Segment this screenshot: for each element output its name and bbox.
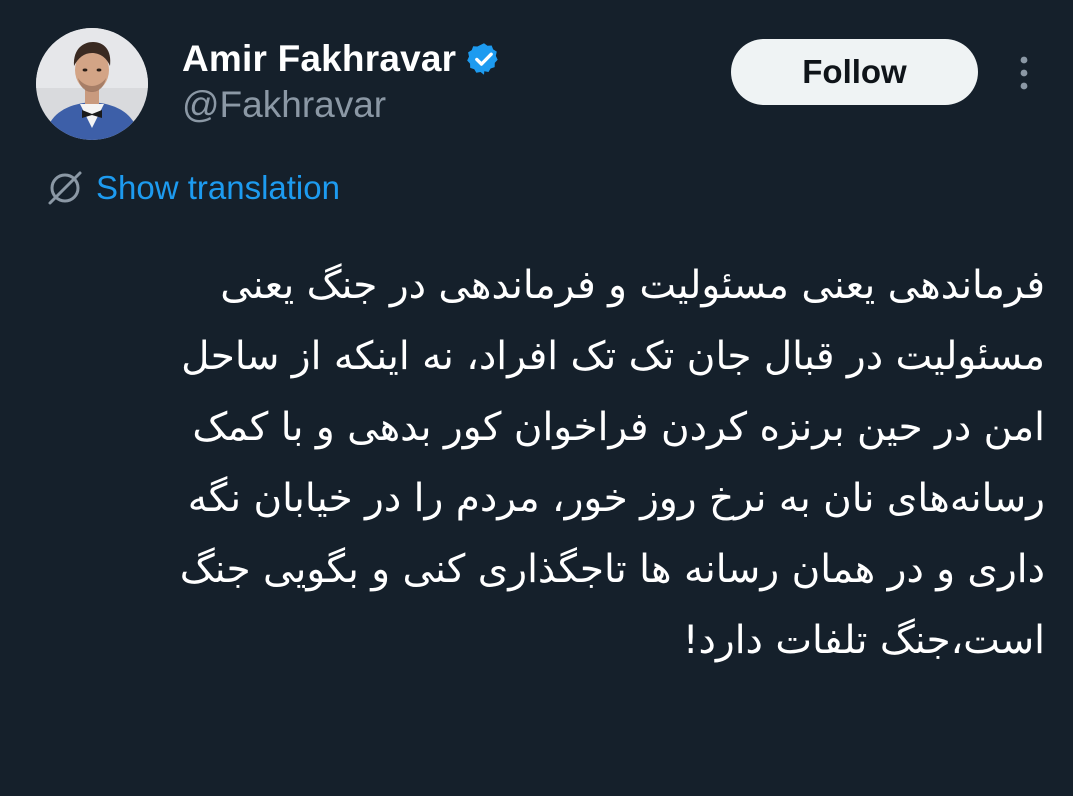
follow-button[interactable]: Follow xyxy=(731,39,978,105)
more-vertical-icon xyxy=(1020,56,1028,90)
avatar-photo xyxy=(36,28,148,140)
tweet-line: است،جنگ تلفات دارد! xyxy=(682,618,1045,663)
avatar[interactable] xyxy=(36,28,148,140)
tweet-line: رسانه‌های نان به نرخ روز خور، مردم را در… xyxy=(187,476,1045,521)
show-translation-row[interactable]: Show translation xyxy=(46,166,340,210)
verified-badge-icon xyxy=(466,41,502,77)
tweet-text: فرماندهی یعنی مسئولیت و فرماندهی در جنگ … xyxy=(60,250,1045,676)
tweet-line: داری و در همان رسانه ها تاجگذاری کنی و ب… xyxy=(179,547,1045,592)
author-name-row[interactable]: Amir Fakhravar xyxy=(182,36,502,82)
show-translation-link[interactable]: Show translation xyxy=(96,169,340,207)
tweet-line: امن در حین برنزه کردن فراخوان کور بدهی و… xyxy=(192,405,1045,450)
user-handle[interactable]: @Fakhravar xyxy=(182,84,386,126)
display-name[interactable]: Amir Fakhravar xyxy=(182,38,456,80)
more-options-button[interactable] xyxy=(1006,50,1042,96)
tweet-line: فرماندهی یعنی مسئولیت و فرماندهی در جنگ … xyxy=(220,263,1045,308)
globe-slash-icon xyxy=(46,169,84,207)
tweet-line: مسئولیت در قبال جان تک تک افراد، نه اینک… xyxy=(181,334,1045,379)
